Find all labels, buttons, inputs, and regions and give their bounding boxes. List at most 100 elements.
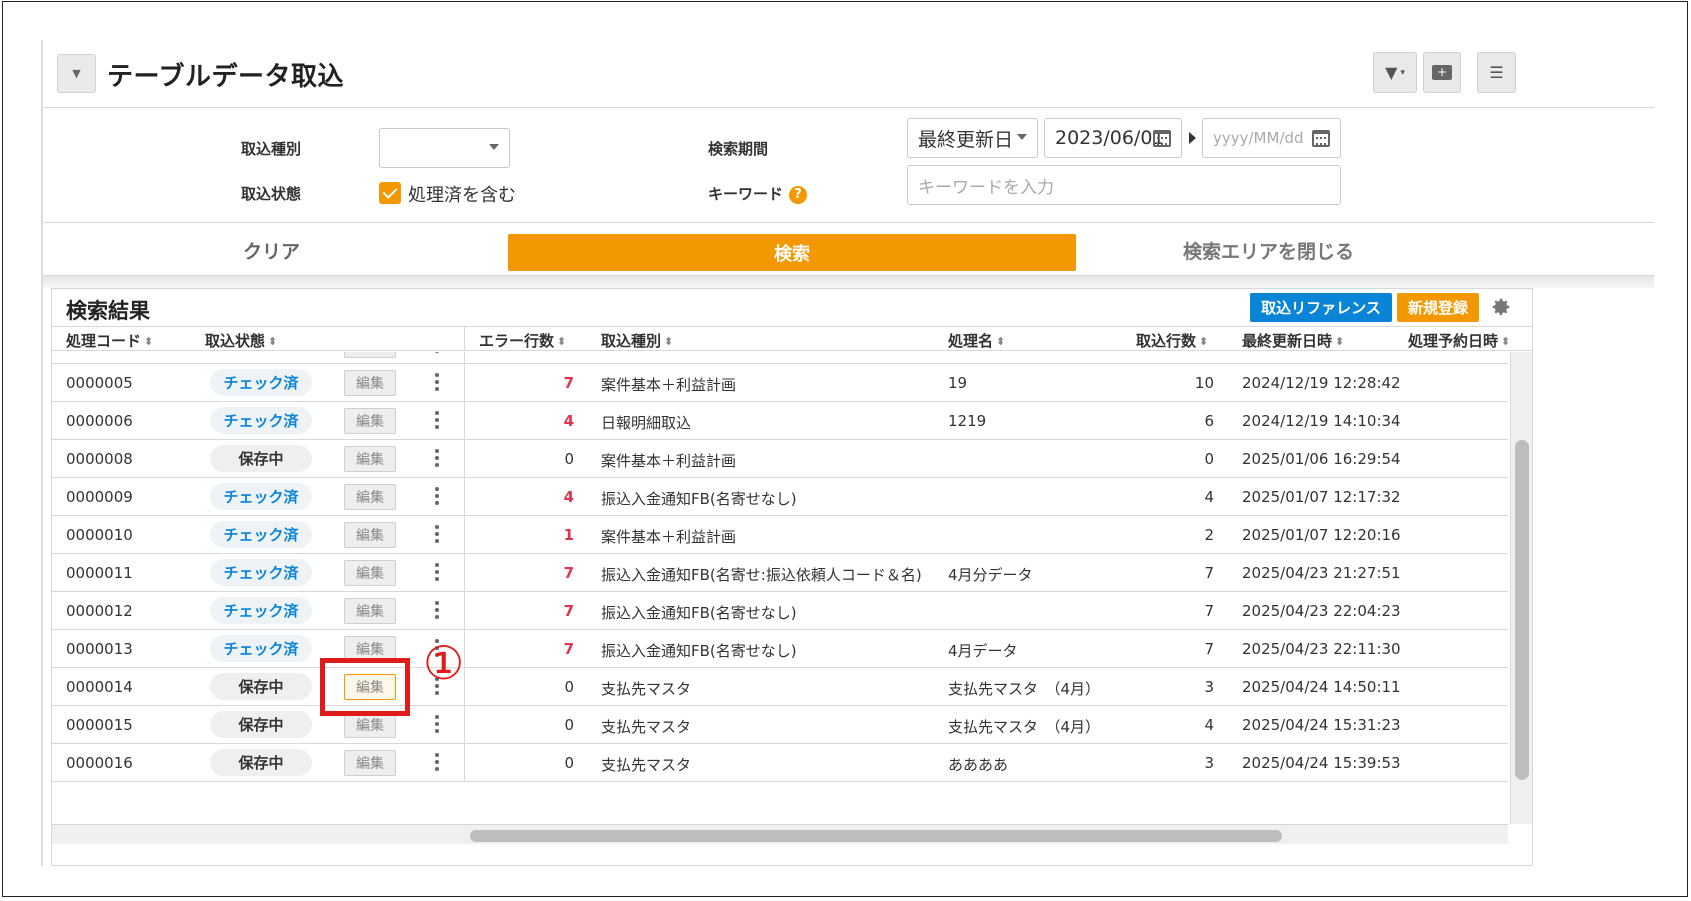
cell-name: 4月データ (948, 642, 1018, 660)
sort-icon[interactable]: ⬍ (996, 335, 1005, 348)
more-options-icon[interactable] (434, 714, 440, 736)
table-row[interactable]: 0000005 チェック済 編集 7 案件基本＋利益計画 19 10 2024/12/19 1… (52, 364, 1508, 402)
app-container: ▼ テーブルデータ取込 ▼ ▾ + ☰ 取込種別 取込状態 処理済を含む 検索期間 (41, 40, 1654, 866)
more-options-icon[interactable] (434, 562, 440, 584)
horizontal-scroll-thumb[interactable] (470, 830, 1282, 842)
cell-type: 支払先マスタ (601, 718, 692, 736)
filter-menu-button[interactable]: ▼ ▾ (1373, 52, 1417, 93)
vertical-scrollbar[interactable] (1510, 352, 1532, 824)
edit-button[interactable]: 編集 (344, 750, 396, 776)
sort-icon[interactable]: ⬍ (1501, 335, 1510, 348)
more-options-icon[interactable] (434, 600, 440, 622)
keyword-input[interactable]: キーワードを入力 (907, 165, 1341, 205)
more-options-icon[interactable] (434, 352, 440, 356)
column-header-scheduled[interactable]: 処理予約日時 ⬍ (1408, 330, 1510, 351)
vertical-scroll-thumb[interactable] (1515, 440, 1529, 780)
edit-button[interactable] (344, 352, 396, 358)
status-badge: チェック済 (210, 407, 312, 434)
date-to-input[interactable]: yyyy/MM/dd (1202, 118, 1341, 158)
column-header-type[interactable]: 取込種別 ⬍ (601, 330, 673, 351)
hamburger-menu-button[interactable]: ☰ (1477, 52, 1516, 93)
frozen-column-divider (464, 352, 465, 363)
calendar-icon[interactable] (1153, 130, 1171, 147)
table-row[interactable]: 0000012 チェック済 編集 7 振込入金通知FB(名寄せなし) 7 2025/04/2… (52, 592, 1508, 630)
more-options-icon[interactable] (434, 752, 440, 774)
frozen-column-divider (464, 327, 465, 350)
date-to-placeholder: yyyy/MM/dd (1213, 129, 1304, 147)
more-options-icon[interactable] (434, 372, 440, 394)
collapse-toggle-button[interactable]: ▼ (57, 54, 96, 93)
column-header-count[interactable]: 取込行数 ⬍ (1136, 330, 1208, 351)
date-from-input[interactable]: 2023/06/01 (1044, 118, 1182, 158)
edit-button[interactable]: 編集 (344, 484, 396, 510)
clear-button[interactable]: クリア (243, 237, 300, 264)
cell-type: 支払先マスタ (601, 756, 692, 774)
sort-icon[interactable]: ⬍ (144, 335, 153, 348)
column-header-name[interactable]: 処理名 ⬍ (948, 330, 1005, 351)
table-row[interactable]: 0000016 保存中 編集 0 支払先マスタ ああああ 3 2025/04/24 15:39… (52, 744, 1508, 782)
edit-button[interactable]: 編集 (344, 560, 396, 586)
table-row[interactable]: 0000015 保存中 編集 0 支払先マスタ 支払先マスタ （4月） 4 2025/04/2… (52, 706, 1508, 744)
cell-errors: 7 (563, 374, 574, 392)
more-options-icon[interactable] (434, 410, 440, 432)
help-icon[interactable]: ? (789, 185, 808, 204)
frozen-column-divider (464, 440, 465, 477)
column-header-code[interactable]: 処理コード ⬍ (66, 330, 153, 351)
edit-button[interactable]: 編集 (344, 370, 396, 396)
status-badge: チェック済 (210, 597, 312, 624)
keyword-label-text: キーワード (708, 185, 784, 203)
edit-button[interactable]: 編集 (344, 446, 396, 472)
period-field-select[interactable]: 最終更新日 (907, 118, 1038, 158)
search-panel: 取込種別 取込状態 処理済を含む 検索期間 最終更新日 2023/06/01 y… (43, 108, 1654, 276)
table-row[interactable]: 0000006 チェック済 編集 4 日報明細取込 1219 6 2024/12/19 14:… (52, 402, 1508, 440)
cell-code: 0000012 (66, 602, 133, 620)
sort-icon[interactable]: ⬍ (1199, 335, 1208, 348)
include-processed-checkbox[interactable] (379, 182, 401, 204)
sort-icon[interactable]: ⬍ (1335, 335, 1344, 348)
sort-icon[interactable]: ⬍ (268, 335, 277, 348)
search-button[interactable]: 検索 (508, 234, 1076, 271)
more-options-icon[interactable] (434, 524, 440, 546)
table-row[interactable]: 0000009 チェック済 編集 4 振込入金通知FB(名寄せなし) 4 2025/01/0… (52, 478, 1508, 516)
table-row[interactable]: 0000008 保存中 編集 0 案件基本＋利益計画 0 2025/01/06 16:29:… (52, 440, 1508, 478)
more-options-icon[interactable] (434, 486, 440, 508)
import-type-label: 取込種別 (241, 140, 302, 158)
search-period-label: 検索期間 (708, 140, 769, 158)
gear-icon[interactable] (1490, 296, 1512, 318)
cell-type: 日報明細取込 (601, 414, 692, 432)
table-row-partial (52, 352, 1508, 364)
sort-icon[interactable]: ⬍ (664, 335, 673, 348)
cell-code: 0000011 (66, 564, 133, 582)
table-row[interactable]: 0000011 チェック済 編集 7 振込入金通知FB(名寄せ:振込依頼人コード＆名) 4… (52, 554, 1508, 592)
edit-button[interactable]: 編集 (344, 408, 396, 434)
cell-code: 0000005 (66, 374, 133, 392)
cell-name: 4月分データ (948, 566, 1033, 584)
filter-icon: ▼ (1385, 63, 1398, 82)
cell-errors: 4 (563, 412, 574, 430)
cell-errors: 7 (563, 640, 574, 658)
cell-updated: 2025/01/07 12:17:32 (1242, 488, 1401, 506)
close-search-area-button[interactable]: 検索エリアを閉じる (1183, 237, 1354, 264)
more-options-icon[interactable] (434, 448, 440, 470)
import-reference-button[interactable]: 取込リファレンス (1250, 293, 1392, 322)
table-row[interactable]: 0000014 保存中 編集 0 支払先マスタ 支払先マスタ （4月） 3 2025/04/2… (52, 668, 1508, 706)
cell-count: 3 (1204, 754, 1214, 772)
table-row[interactable]: 0000013 チェック済 編集 7 振込入金通知FB(名寄せなし) 4月データ 7 2025… (52, 630, 1508, 668)
horizontal-scrollbar[interactable] (52, 824, 1508, 844)
caret-down-icon: ▾ (1400, 67, 1405, 78)
import-status-label: 取込状態 (241, 185, 302, 203)
edit-button[interactable]: 編集 (344, 522, 396, 548)
cell-count: 3 (1204, 678, 1214, 696)
new-register-button[interactable]: 新規登録 (1397, 293, 1479, 322)
cell-count: 7 (1204, 640, 1214, 658)
table-row[interactable]: 0000010 チェック済 編集 1 案件基本＋利益計画 2 2025/01/07 12:2… (52, 516, 1508, 554)
column-header-updated[interactable]: 最終更新日時 ⬍ (1242, 330, 1344, 351)
calendar-icon[interactable] (1312, 130, 1330, 147)
add-folder-button[interactable]: + (1423, 52, 1461, 93)
column-header-status[interactable]: 取込状態 ⬍ (205, 330, 277, 351)
sort-icon[interactable]: ⬍ (557, 335, 566, 348)
import-type-select[interactable] (379, 128, 510, 168)
edit-button[interactable]: 編集 (344, 598, 396, 624)
column-header-errors[interactable]: エラー行数 ⬍ (479, 330, 566, 351)
search-actions: クリア 検索 検索エリアを閉じる (43, 222, 1654, 276)
